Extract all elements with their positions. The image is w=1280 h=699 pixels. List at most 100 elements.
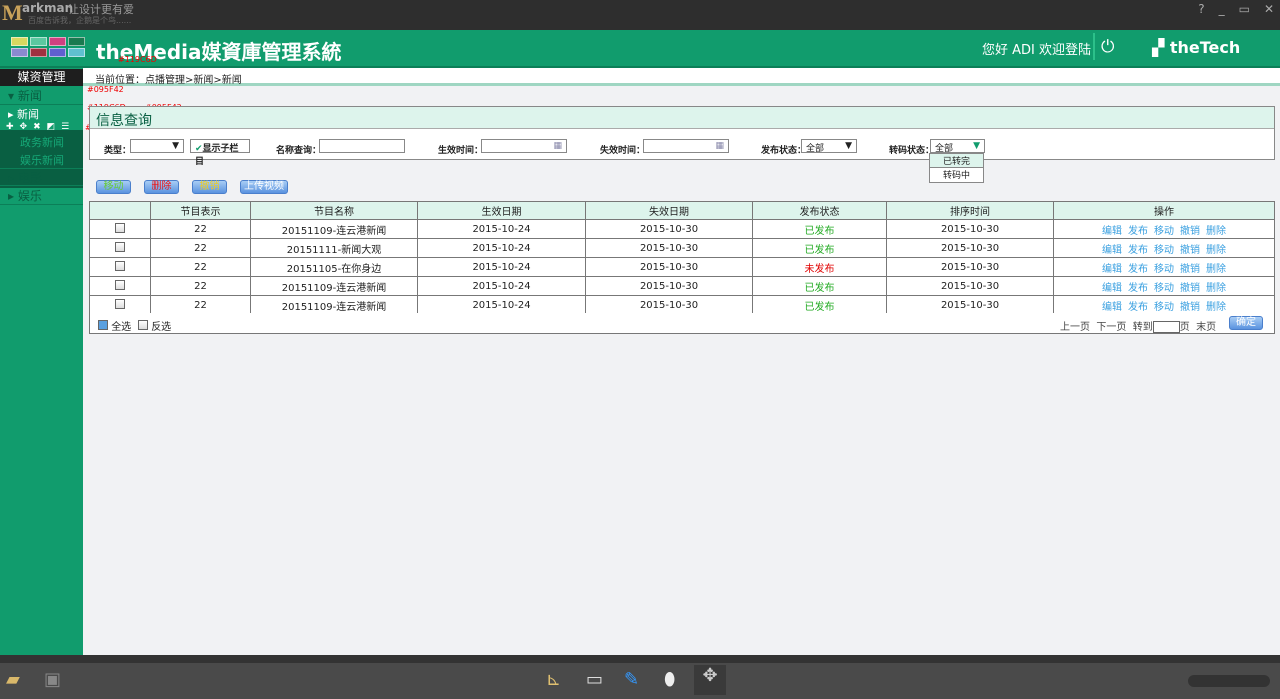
table-cell: 20151105-在你身边 [250, 257, 418, 277]
zoom-slider[interactable] [1188, 675, 1270, 687]
folder-icon[interactable]: ▰ [6, 669, 20, 690]
sidebar-item-gov-news[interactable]: 政务新闻 [0, 134, 83, 150]
transcode-status-select[interactable]: 全部 ▼ [930, 139, 985, 154]
close-icon[interactable]: ✕ [1264, 2, 1274, 16]
row-select[interactable] [89, 257, 151, 277]
next-page-link[interactable]: 下一页 [1096, 322, 1126, 333]
invert-selection[interactable]: 反选 [138, 318, 171, 333]
checkbox[interactable] [115, 279, 125, 290]
show-sub-checkbox[interactable]: ✔显示子栏目 [190, 139, 250, 167]
last-page-link[interactable]: 末页 [1196, 322, 1216, 333]
prev-page-link[interactable]: 上一页 [1060, 322, 1090, 333]
app-tile-icon[interactable] [68, 48, 85, 57]
row-action-link[interactable]: 发布 [1128, 226, 1148, 237]
page-number-input[interactable] [1152, 321, 1180, 333]
app-tile-icon[interactable] [49, 48, 66, 57]
chevron-down-icon: ▼ [973, 141, 980, 151]
markman-logo: M [2, 0, 23, 25]
marker-icon[interactable]: ⬮ [664, 669, 675, 690]
confirm-button[interactable]: 确定 [1229, 316, 1263, 330]
row-action-link[interactable]: 撤销 [1180, 264, 1200, 275]
delete-icon[interactable]: ✖ [33, 122, 41, 132]
caret-down-icon: ▾ [8, 89, 18, 103]
start-time-input[interactable]: ▦ [481, 139, 567, 153]
move-button[interactable]: 移动 [96, 180, 131, 194]
row-action-link[interactable]: 编辑 [1102, 264, 1122, 275]
row-action-link[interactable]: 删除 [1206, 226, 1226, 237]
row-action-link[interactable]: 移动 [1154, 226, 1174, 237]
minimize-icon[interactable]: _ [1219, 2, 1225, 16]
checkbox[interactable] [115, 298, 125, 309]
row-select[interactable] [89, 238, 151, 258]
sidebar-item-ent[interactable]: ▸ 娱乐 [0, 187, 83, 205]
help-icon[interactable]: ? [1198, 2, 1204, 16]
row-action-link[interactable]: 移动 [1154, 302, 1174, 313]
row-action-link[interactable]: 编辑 [1102, 283, 1122, 294]
type-select[interactable]: ▼ [130, 139, 184, 153]
color-annotation: #095F42 [87, 85, 124, 94]
row-select[interactable] [89, 219, 151, 239]
row-action-link[interactable]: 撤销 [1180, 226, 1200, 237]
checkbox[interactable] [115, 260, 125, 271]
move-icon[interactable]: ✥ [20, 122, 28, 132]
delete-button[interactable]: 删除 [144, 180, 179, 194]
row-action-link[interactable]: 发布 [1128, 245, 1148, 256]
power-icon[interactable]: ⏻ [1101, 37, 1114, 57]
goto-label: 转到 [1132, 322, 1153, 333]
row-action-link[interactable]: 删除 [1206, 245, 1226, 256]
upload-video-button[interactable]: 上传视频 [240, 180, 288, 194]
sidebar-item-news-group[interactable]: ▾ 新闻 [0, 87, 83, 105]
app-tile-icon[interactable] [68, 37, 85, 46]
dropdown-option[interactable]: 已转完 [930, 154, 983, 168]
select-all[interactable]: 全选 [98, 318, 131, 333]
row-action-link[interactable]: 发布 [1128, 302, 1148, 313]
checkbox[interactable] [115, 222, 125, 233]
calendar-icon[interactable]: ▦ [715, 141, 724, 151]
app-tile-icon[interactable] [30, 48, 47, 57]
checkbox[interactable] [115, 241, 125, 252]
calendar-icon[interactable]: ▦ [553, 141, 562, 151]
row-action-link[interactable]: 撤销 [1180, 245, 1200, 256]
publish-status-select[interactable]: 全部 ▼ [801, 139, 857, 154]
app-tile-icon[interactable] [49, 37, 66, 46]
rectangle-icon[interactable]: ▭ [586, 669, 603, 690]
row-action-link[interactable]: 移动 [1154, 283, 1174, 294]
end-time-input[interactable]: ▦ [643, 139, 729, 153]
dropdown-option[interactable]: 转码中 [930, 168, 983, 182]
row-select[interactable] [89, 295, 151, 315]
checkbox[interactable] [98, 320, 108, 330]
add-icon[interactable]: ✚ [6, 122, 14, 132]
name-input[interactable] [319, 139, 405, 153]
row-action-link[interactable]: 撤销 [1180, 302, 1200, 313]
maximize-icon[interactable]: ▭ [1239, 2, 1250, 16]
row-action-link[interactable]: 移动 [1154, 245, 1174, 256]
sort-icon[interactable]: ☰ [61, 122, 69, 132]
table-cell: 2015-10-30 [886, 257, 1054, 277]
save-icon[interactable]: ▣ [44, 669, 61, 690]
row-action-link[interactable]: 编辑 [1102, 226, 1122, 237]
row-action-link[interactable]: 移动 [1154, 264, 1174, 275]
app-tile-icon[interactable] [30, 37, 47, 46]
row-action-link[interactable]: 发布 [1128, 283, 1148, 294]
row-action-link[interactable]: 编辑 [1102, 302, 1122, 313]
pen-icon[interactable]: ✎ [624, 669, 639, 690]
row-action-link[interactable]: 删除 [1206, 264, 1226, 275]
revoke-button[interactable]: 撤销 [192, 180, 227, 194]
edit-icon[interactable]: ◩ [47, 122, 56, 132]
row-action-link[interactable]: 删除 [1206, 283, 1226, 294]
brand-name: theTech [1169, 38, 1241, 57]
row-action-link[interactable]: 发布 [1128, 264, 1148, 275]
app-tile-icon[interactable] [11, 37, 28, 46]
row-action-link[interactable]: 撤销 [1180, 283, 1200, 294]
sidebar-item-ent-news[interactable]: 娱乐新闻 [0, 152, 83, 168]
move-tool-icon[interactable]: ✥ [694, 665, 726, 695]
checkbox[interactable] [138, 320, 148, 330]
row-action-link[interactable]: 删除 [1206, 302, 1226, 313]
sidebar-item-movie[interactable]: ▸ 电影 [0, 168, 83, 186]
row-action-link[interactable]: 编辑 [1102, 245, 1122, 256]
app-tile-icon[interactable] [11, 48, 28, 57]
sidebar-item-news[interactable]: ▸ 新闻 ✚ ✥ ✖ ◩ ☰ [0, 106, 83, 132]
ruler-icon[interactable]: ⊾ [546, 669, 561, 690]
row-select[interactable] [89, 276, 151, 296]
program-table: 节目表示 节目名称 生效日期 失效日期 发布状态 排序时间 操作 22 20151109-连云… [89, 201, 1275, 315]
